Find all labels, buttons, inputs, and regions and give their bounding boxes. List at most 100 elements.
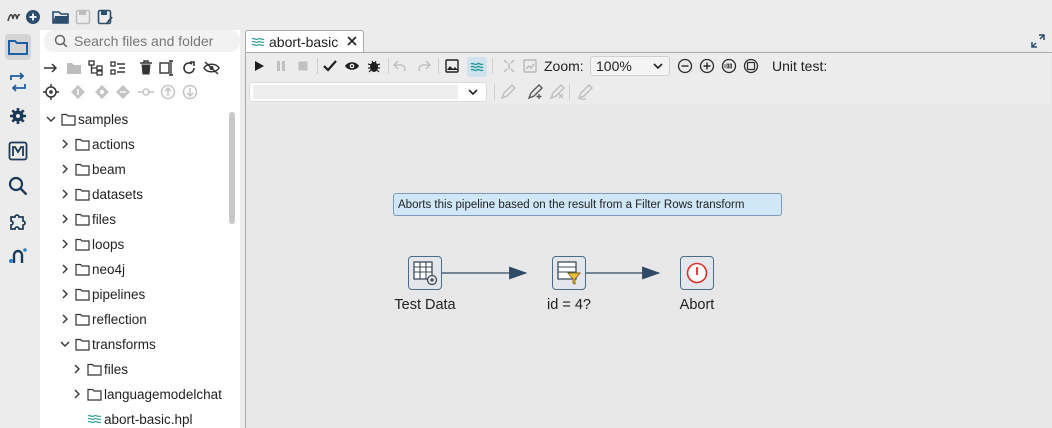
- tree-folder-row[interactable]: actions: [58, 133, 135, 155]
- zoom-out-icon[interactable]: [676, 57, 694, 75]
- hide-eye-icon[interactable]: [202, 59, 220, 77]
- zoom-select[interactable]: 100%: [590, 56, 670, 76]
- tree-folder-row[interactable]: files: [58, 208, 116, 230]
- save-as-icon[interactable]: [96, 8, 114, 26]
- undo-icon: [391, 57, 409, 75]
- chevron-right-icon[interactable]: [58, 162, 72, 176]
- run-play-icon[interactable]: [250, 57, 268, 75]
- chevron-down-icon[interactable]: [466, 85, 480, 99]
- filter-rows-icon: [556, 260, 582, 286]
- redo-icon: [415, 57, 433, 75]
- new-unit-test-icon[interactable]: [526, 83, 544, 101]
- chevron-right-icon[interactable]: [58, 212, 72, 226]
- collapse-list-icon[interactable]: [109, 59, 127, 77]
- tree-item-label: files: [104, 361, 129, 377]
- explorer-perspective-icon[interactable]: [5, 34, 31, 60]
- folder-icon: [87, 388, 102, 401]
- refresh-icon[interactable]: [180, 59, 198, 77]
- tree-item-label: datasets: [92, 186, 144, 202]
- tree-folder-row[interactable]: reflection: [58, 308, 147, 330]
- tab-abort-basic[interactable]: abort-basic: [245, 30, 364, 52]
- plugin-puzzle-icon[interactable]: [5, 208, 31, 234]
- close-icon[interactable]: [345, 34, 359, 48]
- transform-label: Abort: [679, 297, 715, 313]
- search-perspective-icon[interactable]: [5, 173, 31, 199]
- transform-abort[interactable]: [680, 256, 714, 290]
- metadata-perspective-icon[interactable]: [5, 138, 31, 164]
- delete-trash-icon[interactable]: [137, 59, 155, 77]
- chevron-right-icon[interactable]: [58, 187, 72, 201]
- chevron-down-icon[interactable]: [58, 337, 72, 351]
- tree-folder-row[interactable]: neo4j: [58, 258, 125, 280]
- zoom-100-icon[interactable]: [720, 57, 738, 75]
- preview-eye-icon[interactable]: [343, 57, 361, 75]
- chevron-right-icon[interactable]: [70, 387, 84, 401]
- transform-test-data[interactable]: [408, 256, 442, 290]
- snap-grid-icon: [521, 57, 539, 75]
- maximize-icon[interactable]: [1030, 33, 1046, 49]
- search-box[interactable]: [44, 30, 240, 52]
- tree-folder-row[interactable]: datasets: [58, 183, 143, 205]
- gear-icon[interactable]: [5, 103, 31, 129]
- chevron-right-icon[interactable]: [58, 262, 72, 276]
- zoom-in-icon[interactable]: [698, 57, 716, 75]
- pipeline-properties-icon[interactable]: [467, 57, 487, 77]
- tree-scrollbar-thumb[interactable]: [229, 112, 235, 224]
- pipeline-editor: abort-basic Zoom: 100% Unit test: Aborts…: [245, 30, 1052, 428]
- chevron-right-icon[interactable]: [58, 237, 72, 251]
- editor-body: Zoom: 100% Unit test: Aborts this pipeli…: [245, 52, 1052, 428]
- chevron-right-icon[interactable]: [70, 362, 84, 376]
- git-history-icon: [137, 83, 155, 101]
- zoom-fit-icon[interactable]: [742, 57, 760, 75]
- tree-file-row[interactable]: abort-basic.hpl: [70, 408, 193, 428]
- folder-icon: [75, 238, 90, 251]
- edit-unit-test-icon: [499, 83, 517, 101]
- folder-icon: [75, 338, 90, 351]
- pause-icon: [272, 57, 290, 75]
- open-arrow-icon[interactable]: [42, 59, 60, 77]
- chevron-down-icon[interactable]: [44, 112, 58, 126]
- toolbar-separator: [317, 58, 318, 74]
- chevron-right-icon[interactable]: [58, 137, 72, 151]
- chevron-right-icon[interactable]: [58, 312, 72, 326]
- toolbar-separator: [569, 84, 570, 100]
- unit-test-toolbar: [246, 80, 1051, 104]
- tree-hierarchy-icon[interactable]: [87, 59, 105, 77]
- unit-test-select[interactable]: [249, 82, 487, 102]
- tree-folder-row[interactable]: beam: [58, 158, 126, 180]
- open-folder-icon[interactable]: [52, 8, 70, 26]
- data-orchestration-perspective-icon[interactable]: [5, 69, 31, 95]
- tree-item-label: reflection: [92, 311, 147, 327]
- tree-folder-row[interactable]: transforms: [58, 333, 156, 355]
- image-export-icon[interactable]: [443, 57, 461, 75]
- folder-icon: [75, 188, 90, 201]
- tree-scrollbar[interactable]: [228, 108, 236, 428]
- git-revert-icon: [114, 83, 132, 101]
- toolbar-separator: [438, 58, 439, 74]
- pipeline-icon: [251, 36, 265, 48]
- chevron-right-icon[interactable]: [58, 287, 72, 301]
- neo4j-perspective-icon[interactable]: [5, 243, 31, 269]
- save-icon: [74, 8, 92, 26]
- tree-folder-row[interactable]: files: [70, 358, 128, 380]
- search-icon: [54, 34, 68, 48]
- transform-filter-rows[interactable]: [552, 256, 586, 290]
- transform-label: id = 4?: [547, 297, 591, 313]
- check-icon[interactable]: [321, 57, 339, 75]
- pipeline-canvas[interactable]: Aborts this pipeline based on the result…: [246, 104, 1051, 428]
- chevron-down-icon[interactable]: [651, 59, 665, 73]
- pipeline-note[interactable]: Aborts this pipeline based on the result…: [393, 193, 782, 216]
- debug-bug-icon[interactable]: [365, 57, 383, 75]
- tree-folder-row[interactable]: loops: [58, 233, 124, 255]
- locate-target-icon[interactable]: [42, 83, 60, 101]
- tree-item-label: files: [92, 211, 117, 227]
- toolbar-separator: [492, 58, 493, 74]
- rename-icon[interactable]: [158, 59, 176, 77]
- new-file-icon[interactable]: [24, 8, 42, 26]
- tree-folder-row[interactable]: samples: [44, 108, 128, 130]
- tree-folder-row[interactable]: languagemodelchat: [70, 383, 222, 405]
- tree-folder-row[interactable]: pipelines: [58, 283, 145, 305]
- search-input[interactable]: [74, 33, 224, 49]
- tree-item-label: actions: [92, 136, 135, 152]
- perspective-rail: [0, 30, 40, 428]
